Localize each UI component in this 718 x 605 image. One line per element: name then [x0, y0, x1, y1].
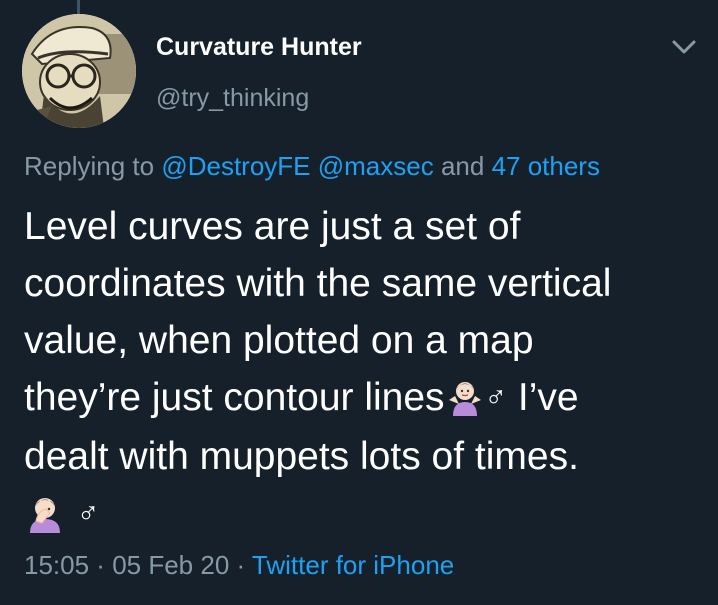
tweet-text: Level curves are just a set of coordinat…: [24, 198, 714, 544]
user-handle[interactable]: @try_thinking: [156, 84, 309, 113]
tweet-line-4: they’re just contour lines ♂ I’ve: [24, 369, 714, 428]
tweet-line-4-text: they’re just contour lines: [24, 376, 445, 419]
others-link[interactable]: 47 others: [492, 151, 600, 181]
avatar[interactable]: [22, 14, 136, 128]
mention-destroyfe[interactable]: @DestroyFE: [161, 151, 310, 181]
tweet-time: 15:05: [24, 550, 90, 580]
male-sign-symbol-2: ♂: [76, 497, 100, 531]
replying-to-joiner: and: [433, 151, 492, 181]
person-shrugging-emoji: [445, 376, 485, 416]
replying-to-line: Replying to @DestroyFE @maxsec and 47 ot…: [24, 151, 600, 182]
tweet-date: 05 Feb 20: [112, 550, 230, 580]
tweet-line-6: ♂: [24, 485, 714, 544]
tweet-line-4-tail: I’ve: [507, 376, 579, 419]
tweet-source-link[interactable]: Twitter for iPhone: [252, 550, 454, 580]
male-sign-symbol: ♂: [484, 381, 508, 415]
tweet-line-1: Level curves are just a set of: [24, 205, 521, 248]
meta-separator-1: ·: [89, 550, 113, 580]
avatar-image: [22, 14, 136, 128]
tweet-line-5: dealt with muppets lots of times.: [24, 435, 579, 479]
person-facepalming-emoji: [24, 491, 66, 533]
meta-separator-2: ·: [229, 550, 252, 580]
display-name[interactable]: Curvature Hunter: [156, 33, 362, 62]
chevron-down-icon[interactable]: [668, 34, 700, 60]
tweet-line-3: value, when plotted on a map: [24, 319, 534, 362]
tweet-line-2: coordinates with the same vertical: [24, 262, 612, 305]
mention-maxsec[interactable]: @maxsec: [318, 151, 434, 181]
replying-to-prefix: Replying to: [24, 151, 162, 181]
thread-connector-line: [77, 0, 80, 14]
tweet-metadata: 15:05 · 05 Feb 20 · Twitter for iPhone: [24, 550, 454, 581]
